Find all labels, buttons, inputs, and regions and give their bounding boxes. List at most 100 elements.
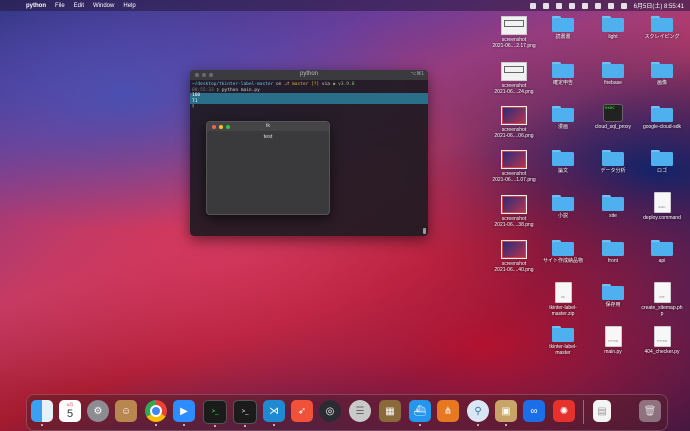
desktop-file[interactable]: PYTHON main.py [585,326,641,355]
folder-icon [552,150,574,166]
desktop-file[interactable]: screenshot 2021-06....24.png [486,62,542,95]
terminal-icon[interactable]: >_ [203,400,227,427]
folder-icon [552,106,574,122]
status-icon[interactable] [555,2,562,9]
desktop-folder[interactable]: 画像 [634,62,690,86]
python-file-icon: PYTHON [604,326,622,347]
desktop-folder[interactable]: front [585,240,641,264]
preview-icon[interactable]: ▣ [495,400,517,426]
desktop-folder[interactable]: light [585,16,641,40]
desktop-folder[interactable]: site [585,195,641,219]
folder-icon [602,284,624,300]
document-icon[interactable]: ▤ [593,400,611,422]
calendar-day: 5 [66,408,74,420]
terminal-titlebar[interactable]: python ⌥⌘1 [190,70,428,80]
desktop-file[interactable]: screenshot 2021-06....2.17.png [486,16,542,49]
menu-app-name[interactable]: python [26,3,46,9]
finder-icon[interactable] [31,400,53,426]
menu-file[interactable]: File [55,3,65,9]
archive-icon[interactable]: ▦ [379,400,401,422]
folder-icon [651,16,673,32]
chrome-icon[interactable] [145,400,167,426]
control-center-icon[interactable] [620,2,627,9]
desktop-folder[interactable]: firebase [585,62,641,86]
folder-icon [552,62,574,78]
desktop-folder[interactable]: データ分析 [585,150,641,174]
desktop-folder[interactable]: ロゴ [634,150,690,174]
tk-titlebar[interactable]: tk [207,122,329,131]
search-icon[interactable] [607,2,614,9]
php-file-icon: PHP [653,282,671,303]
folder-icon [602,150,624,166]
folder-icon [651,150,673,166]
desktop-folder[interactable]: 確定申告 [535,62,591,86]
status-icon[interactable] [568,2,575,9]
tk-title: tk [265,123,271,129]
sequel-icon[interactable]: ☰ [349,400,371,422]
desktop-folder[interactable]: tkinter-label- master [535,326,591,356]
desktop-folder[interactable]: 論文 [535,150,591,174]
zip-file-icon: ZIP [554,282,572,303]
terminal-via: via [321,82,330,87]
terminal-branch: master [?] [292,82,320,87]
desktop-file[interactable]: screenshot 2021-06....06.png [486,106,542,139]
quicktime-icon[interactable]: ◎ [319,400,341,422]
folder-icon [602,62,624,78]
calendar-icon[interactable]: 6月 5 [59,400,81,422]
menu-bar: python File Edit Window Help 6月5日(土) 8:5… [0,0,690,11]
terminal-on: on [276,82,282,87]
infinity-icon[interactable]: ∞ [523,400,545,422]
desktop-file[interactable]: screenshot 2021-06....38.png [486,195,542,228]
wifi-icon[interactable] [581,2,588,9]
menu-help[interactable]: Help [123,3,135,9]
battery-icon[interactable] [594,2,601,9]
desktop-folder[interactable]: api [634,240,690,264]
desktop-folder[interactable]: 読書書 [535,16,591,40]
docker-icon[interactable]: ⛴ [409,400,431,426]
dock-separator [583,400,584,424]
terminal-content[interactable]: ~/desktop/tkinter-label-master on ⎇ mast… [190,80,428,112]
terminal-shortcut: ⌥⌘1 [410,71,424,77]
folder-icon [651,106,673,122]
clock-icon[interactable]: ✺ [553,400,575,422]
menu-clock[interactable]: 6月5日(土) 8:55:41 [634,1,684,10]
desktop-folder[interactable]: google-cloud-sdk [634,106,690,130]
vscode-icon[interactable]: ⋊ [263,400,285,426]
swift-icon[interactable]: ➶ [291,400,313,422]
python-file-icon: PYTHON [653,326,671,347]
desktop-file[interactable]: EXEC deploy.command [634,192,690,221]
desktop-file[interactable]: ZIP tkinter-label- master.zip [535,282,591,317]
trash-icon[interactable]: 🗑 [639,400,661,422]
desktop-folder[interactable]: 漫画 [535,106,591,130]
status-icon[interactable] [529,2,536,9]
menu-edit[interactable]: Edit [74,3,84,9]
desktop-folder[interactable]: 保存用 [585,284,641,308]
folder-icon [651,240,673,256]
menu-window[interactable]: Window [93,3,114,9]
tk-label: test [263,134,273,140]
executable-icon: exec [603,104,623,122]
image-file-icon [501,150,527,169]
status-icon[interactable] [542,2,549,9]
contacts-icon[interactable]: ☺ [115,400,137,422]
desktop-file[interactable]: PYTHON 404_checker.py [634,326,690,355]
desktop-file[interactable]: screenshot 2021-06....40.png [486,240,542,273]
command-file-icon: EXEC [653,192,671,213]
zoom-icon[interactable]: ▶ [173,400,195,426]
desktop-folder[interactable]: サイト作成納品物 [535,240,591,264]
dock: 6月 5 ⚙ ☺ ▶ >_ >_ ⋊ ➶ ◎ ☰ ▦ ⛴ ⋔ ⚲ ▣ ∞ ✺ ▤ … [26,394,668,431]
desktop-file[interactable]: screenshot 2021-06....1.07.png [486,150,542,183]
sourcetree-icon[interactable]: ⋔ [437,400,459,422]
terminal-icon[interactable]: >_ [233,400,257,427]
terminal-scrollbar[interactable] [423,228,426,234]
desktop-file[interactable]: PHP create_sitemap.ph p [634,282,690,317]
desktop-folder[interactable]: スクレイピング [634,16,690,40]
terminal-version: v3.9.0 [338,82,355,87]
desktop-folder[interactable]: 小説 [535,195,591,219]
python-icon[interactable]: ⚲ [467,400,489,426]
desktop-file[interactable]: exec cloud_sql_proxy [585,104,641,130]
folder-icon [651,62,673,78]
tk-window[interactable]: tk test [206,121,330,215]
terminal-title: python [299,71,318,77]
system-preferences-icon[interactable]: ⚙ [87,400,109,422]
